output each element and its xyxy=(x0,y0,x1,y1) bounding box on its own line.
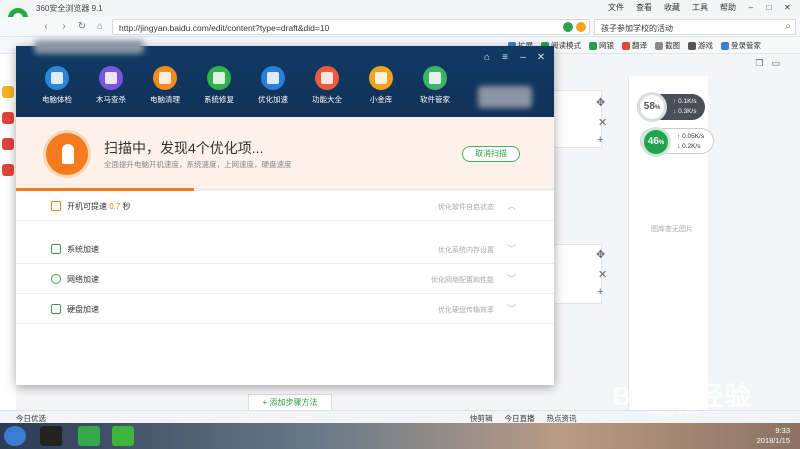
tool-all-features[interactable]: 功能大全 xyxy=(300,66,354,105)
window-tab-icons: ❐ ▭ xyxy=(755,58,780,69)
broom-icon xyxy=(153,66,177,90)
chevron-up-icon[interactable]: ︿ xyxy=(507,199,516,212)
image-placeholder-text: 图库查无图片 xyxy=(651,226,693,233)
rocket-icon xyxy=(261,66,285,90)
screenshot-button[interactable]: 截图 xyxy=(655,40,680,51)
menu-icon[interactable]: ≡ xyxy=(500,52,510,63)
optimizer-taskbar-icon[interactable] xyxy=(112,426,134,446)
menu-tools[interactable]: 工具 xyxy=(686,2,714,14)
refresh-icon[interactable]: ↻ xyxy=(76,20,88,33)
ebank-button[interactable]: 网银 xyxy=(589,40,614,51)
disk-icon xyxy=(51,304,61,314)
apps-icon xyxy=(423,66,447,90)
boot-speed-row[interactable]: 开机可提速 0.7 秒 优化软件自启状态 ︿ xyxy=(16,191,554,221)
move-icon[interactable]: ✥ xyxy=(596,96,605,109)
watermark-url: jingyan.baidu.com xyxy=(648,408,721,418)
qq-icon[interactable] xyxy=(40,426,62,446)
dialog-minimize-icon[interactable]: – xyxy=(518,52,528,63)
windows-taskbar: 9:33 2018/1/15 xyxy=(0,423,800,449)
menu-view[interactable]: 查看 xyxy=(630,2,658,14)
menu-favorites[interactable]: 收藏 xyxy=(658,2,686,14)
minimize-icon[interactable]: – xyxy=(742,2,760,14)
browser-taskbar-icon[interactable] xyxy=(78,426,100,446)
tool-vault[interactable]: 小金库 xyxy=(354,66,408,105)
cpu-percent: 58% xyxy=(637,92,667,122)
toolbar: 电脑体检 木马查杀 电脑清理 系统修复 优化加速 功能大全 小金库 软件管家 xyxy=(30,66,462,105)
translate-button[interactable]: 翻译 xyxy=(622,40,647,51)
skin-icon[interactable]: ⌂ xyxy=(482,52,492,63)
cancel-scan-button[interactable]: 取消扫描 xyxy=(462,146,520,162)
close-icon[interactable]: ✕ xyxy=(778,2,796,14)
forward-icon[interactable]: › xyxy=(58,20,70,33)
monitor-icon xyxy=(45,66,69,90)
search-text: 孩子参加学校的活动 xyxy=(601,24,673,33)
tool-software-manager[interactable]: 软件管家 xyxy=(408,66,462,105)
coin-icon xyxy=(369,66,393,90)
row-description: 优化软件自启状态 xyxy=(438,204,494,211)
grid-icon xyxy=(315,66,339,90)
menu-help[interactable]: 帮助 xyxy=(714,2,742,14)
tool-system-repair[interactable]: 系统修复 xyxy=(192,66,246,105)
tool-optimize[interactable]: 优化加速 xyxy=(246,66,300,105)
tool-pc-checkup[interactable]: 电脑体检 xyxy=(30,66,84,105)
dialog-header: ⌂ ≡ – ✕ 电脑体检 木马查杀 电脑清理 系统修复 优化加速 功能大全 小金… xyxy=(16,40,554,117)
password-manager-button[interactable]: 登录管家 xyxy=(721,40,761,51)
address-row: ‹ › ↻ ⌂ http://jingyan.baidu.com/edit/co… xyxy=(0,17,800,37)
blurred-region xyxy=(478,86,532,108)
globe-icon xyxy=(51,274,61,284)
image-panel: 图库查无图片 xyxy=(628,76,708,411)
scan-subtitle: 全面提升电脑开机速度，系统速度，上网速度，硬盘速度 xyxy=(104,160,292,169)
delete-icon[interactable]: ✕ xyxy=(598,116,607,129)
url-text: http://jingyan.baidu.com/edit/content?ty… xyxy=(119,23,330,33)
rocket-icon xyxy=(43,130,91,178)
optimizer-dialog: ⌂ ≡ – ✕ 电脑体检 木马查杀 电脑清理 系统修复 优化加速 功能大全 小金… xyxy=(16,40,554,385)
tool-cleanup[interactable]: 电脑清理 xyxy=(138,66,192,105)
cpu-meter[interactable]: 58% ↑ 0.1K/s ↓ 0.3K/s xyxy=(637,92,705,122)
weibo-icon[interactable] xyxy=(2,112,14,124)
restore-icon[interactable]: ❐ xyxy=(755,58,763,69)
home-icon[interactable]: ⌂ xyxy=(94,20,106,33)
back-icon[interactable]: ‹ xyxy=(40,20,52,33)
add-icon[interactable]: + xyxy=(597,286,603,298)
scan-title: 扫描中，发现4个优化项... xyxy=(104,140,264,156)
clock[interactable]: 9:33 2018/1/15 xyxy=(757,426,790,446)
horse-icon xyxy=(99,66,123,90)
news-icon[interactable] xyxy=(2,164,14,176)
shield-icon xyxy=(207,66,231,90)
menu-file[interactable]: 文件 xyxy=(602,2,630,14)
maximize-icon[interactable]: □ xyxy=(760,2,778,14)
network-speed-row[interactable]: 网络加速 优化网络配置和性能 ﹀ xyxy=(16,264,554,294)
games-button[interactable]: 游戏 xyxy=(688,40,713,51)
mail-icon[interactable] xyxy=(2,138,14,150)
address-bar[interactable]: http://jingyan.baidu.com/edit/content?ty… xyxy=(112,19,590,35)
boot-icon xyxy=(51,201,61,211)
memory-meter[interactable]: 46% ↑ 0.05K/s ↓ 0.2K/s xyxy=(640,127,714,157)
disk-speed-row[interactable]: 硬盘加速 优化硬盘传输效率 ﹀ xyxy=(16,294,554,324)
chevron-down-icon[interactable]: ﹀ xyxy=(507,272,516,285)
menu-bar: 文件 查看 收藏 工具 帮助 – □ ✕ xyxy=(602,2,796,14)
blurred-region xyxy=(34,40,144,54)
safe-icon[interactable] xyxy=(563,22,573,32)
scan-panel: 扫描中，发现4个优化项... 全面提升电脑开机速度，系统速度，上网速度，硬盘速度… xyxy=(16,117,554,189)
gear-icon xyxy=(51,244,61,254)
search-icon[interactable]: ⌕ xyxy=(785,21,791,32)
chevron-down-icon[interactable]: ﹀ xyxy=(507,242,516,255)
window-icon[interactable]: ▭ xyxy=(771,58,780,69)
delete-icon[interactable]: ✕ xyxy=(598,268,607,281)
tool-trojan-scan[interactable]: 木马查杀 xyxy=(84,66,138,105)
memory-percent: 46% xyxy=(641,127,671,157)
browser-title: 360安全浏览器 9.1 xyxy=(36,4,103,13)
speed-icon[interactable] xyxy=(576,22,586,32)
dialog-close-icon[interactable]: ✕ xyxy=(536,52,546,63)
add-icon[interactable]: + xyxy=(597,134,603,146)
browser-title-bar: 360安全浏览器 9.1 文件 查看 收藏 工具 帮助 – □ ✕ xyxy=(0,0,800,17)
left-sidebar xyxy=(0,54,16,410)
favorite-icon[interactable] xyxy=(2,86,14,98)
search-input[interactable]: 孩子参加学校的活动 ⌕ xyxy=(594,19,796,35)
start-icon[interactable] xyxy=(4,426,26,446)
chevron-down-icon[interactable]: ﹀ xyxy=(507,302,516,315)
system-speed-row[interactable]: 系统加速 优化系统内存设置 ﹀ xyxy=(16,234,554,264)
move-icon[interactable]: ✥ xyxy=(596,248,605,261)
